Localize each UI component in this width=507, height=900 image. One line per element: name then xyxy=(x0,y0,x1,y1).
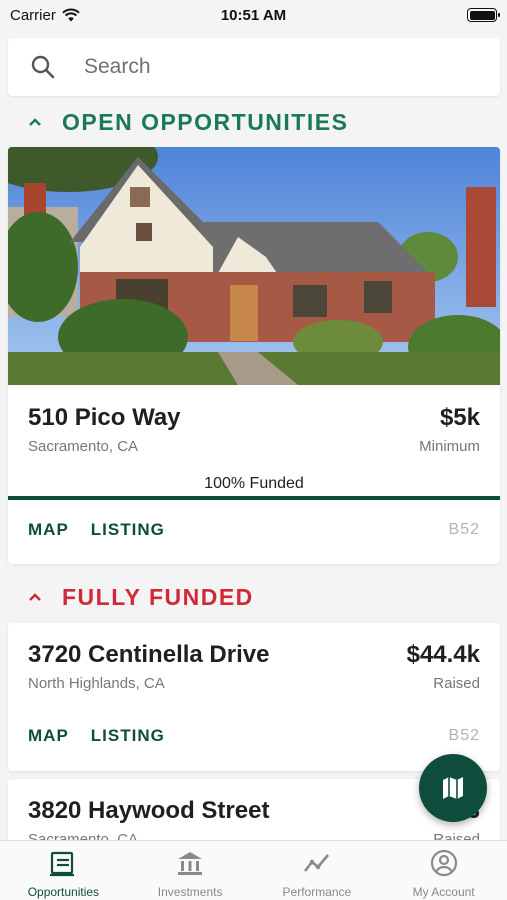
property-address: 510 Pico Way xyxy=(28,404,181,431)
property-address: 3720 Centinella Drive xyxy=(28,641,270,668)
funding-progress-fill xyxy=(8,496,500,500)
bottom-tab-bar: Opportunities Investments Performance My… xyxy=(0,840,507,900)
status-bar: Carrier 10:51 AM xyxy=(0,0,507,30)
investments-icon xyxy=(178,852,203,875)
tab-investments[interactable]: Investments xyxy=(127,841,254,900)
tab-opportunities[interactable]: Opportunities xyxy=(0,841,127,900)
carrier-label: Carrier xyxy=(10,6,56,24)
map-link[interactable]: MAP xyxy=(28,726,69,746)
tab-performance[interactable]: Performance xyxy=(254,841,381,900)
listing-link[interactable]: LISTING xyxy=(91,726,165,746)
property-location: Sacramento, CA xyxy=(28,438,139,455)
tab-my-account[interactable]: My Account xyxy=(380,841,507,900)
section-header-funded[interactable]: FULLY FUNDED xyxy=(8,572,500,622)
card-actions: MAP LISTING B52 xyxy=(8,520,500,540)
tab-label: Performance xyxy=(282,885,352,899)
chevron-up-icon xyxy=(29,593,41,601)
section-title-funded: FULLY FUNDED xyxy=(62,583,254,610)
opportunities-icon xyxy=(50,851,75,877)
battery-icon xyxy=(467,8,500,22)
card-title-row: 510 Pico Way $5k xyxy=(8,404,500,432)
section-title-open: OPEN OPPORTUNITIES xyxy=(62,108,349,135)
listing-link[interactable]: LISTING xyxy=(91,520,165,540)
map-view-button[interactable] xyxy=(419,754,487,822)
listing-code: B52 xyxy=(448,521,480,538)
card-sub-row: North Highlands, CA Raised xyxy=(8,675,500,692)
map-icon xyxy=(443,777,463,799)
funded-label: 100% Funded xyxy=(204,475,304,492)
tab-label: My Account xyxy=(412,885,475,899)
property-amount: $5k xyxy=(439,404,480,431)
amount-label: Raised xyxy=(433,675,480,692)
card-title-row: 3720 Centinella Drive $44.4k xyxy=(8,641,500,669)
property-photo xyxy=(8,147,500,385)
status-left: Carrier xyxy=(10,7,80,24)
funded-card[interactable]: 3720 Centinella Drive $44.4k North Highl… xyxy=(8,623,500,771)
card-actions: MAP LISTING B52 xyxy=(8,726,500,746)
tab-label: Opportunities xyxy=(27,885,100,899)
tab-label: Investments xyxy=(157,885,223,899)
search-icon xyxy=(31,55,55,79)
section-header-open[interactable]: OPEN OPPORTUNITIES xyxy=(8,97,500,147)
opportunity-card[interactable]: 510 Pico Way $5k Sacramento, CA Minimum … xyxy=(8,147,500,564)
card-sub-row: Sacramento, CA Minimum xyxy=(8,438,500,455)
property-amount: $44.4k xyxy=(406,641,480,668)
amount-label: Minimum xyxy=(419,438,480,455)
property-location: North Highlands, CA xyxy=(28,675,165,692)
property-address: 3820 Haywood Street xyxy=(28,797,270,824)
map-link[interactable]: MAP xyxy=(28,520,69,540)
account-icon xyxy=(430,849,457,877)
wifi-icon xyxy=(62,8,80,22)
performance-icon xyxy=(303,854,329,872)
funding-progress-bar xyxy=(8,496,500,500)
chevron-up-icon xyxy=(29,118,41,126)
search-bar[interactable] xyxy=(8,38,500,96)
search-input[interactable] xyxy=(84,55,464,79)
listing-code: B52 xyxy=(448,727,480,744)
